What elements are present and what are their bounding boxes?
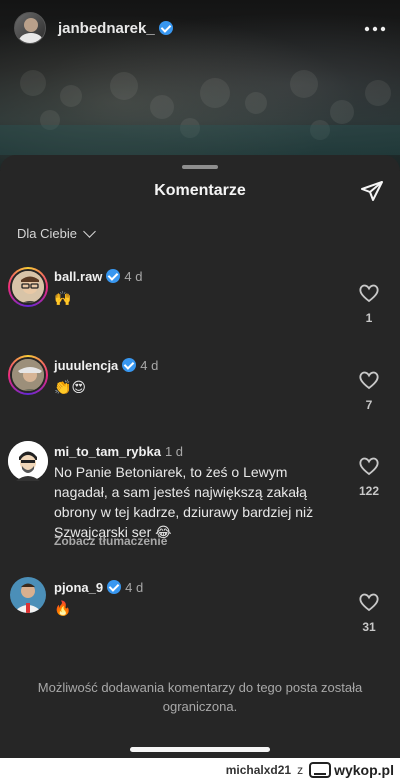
like-count: 122 <box>358 484 380 498</box>
comments-sheet: Komentarze Dla Ciebie ball.raw 4 d 🙌 1 j… <box>0 155 400 781</box>
comment-username-text[interactable]: pjona_9 <box>54 580 103 595</box>
comment-username[interactable]: ball.raw 4 d <box>54 269 143 284</box>
comment-username-text[interactable]: juuulencja <box>54 358 118 373</box>
comment-time: 4 d <box>140 358 159 373</box>
watermark-bar: michalxd21 z wykop.pl <box>0 758 400 781</box>
comment-text: 🔥 <box>54 600 72 616</box>
sheet-grabber[interactable] <box>182 165 218 169</box>
avatar[interactable] <box>8 355 48 395</box>
send-icon[interactable] <box>360 179 384 203</box>
sort-dropdown[interactable]: Dla Ciebie <box>17 224 96 241</box>
comment-username-text[interactable]: mi_to_tam_rybka <box>54 444 161 459</box>
comment-time: 1 d <box>164 444 184 459</box>
watermark-z: z <box>297 762 304 777</box>
sheet-title: Komentarze <box>154 182 246 199</box>
translate-link[interactable]: Zobacz tłumaczenie <box>54 534 167 548</box>
comment-text: 👏😍 <box>54 379 87 395</box>
post-author[interactable]: janbednarek_ <box>58 20 173 37</box>
verified-icon <box>158 20 173 35</box>
post-author-name[interactable]: janbednarek_ <box>58 20 155 37</box>
watermark-site: wykop.pl <box>334 761 394 778</box>
home-indicator[interactable] <box>130 747 270 752</box>
heart-icon[interactable] <box>357 368 381 392</box>
wykop-logo-icon <box>309 761 332 778</box>
comment-username-text[interactable]: ball.raw <box>54 269 102 284</box>
comment-text: No Panie Betoniarek, to żeś o Lewym naga… <box>54 464 314 540</box>
like-count: 1 <box>365 311 373 325</box>
comment-text: 🙌 <box>54 290 72 306</box>
post-header: janbednarek_ <box>0 0 400 56</box>
avatar[interactable] <box>8 441 48 481</box>
heart-icon[interactable] <box>357 454 381 478</box>
stand-strip <box>0 125 400 155</box>
chevron-down-icon <box>83 224 96 238</box>
heart-icon[interactable] <box>357 590 381 614</box>
watermark-logo: wykop.pl <box>309 761 394 778</box>
comments-restricted-notice: Możliwość dodawania komentarzy do tego p… <box>37 680 363 714</box>
avatar[interactable] <box>10 577 46 613</box>
avatar[interactable] <box>8 267 48 307</box>
comment-username[interactable]: mi_to_tam_rybka 1 d <box>54 444 183 459</box>
verified-icon <box>122 358 137 372</box>
more-icon[interactable] <box>364 18 386 38</box>
comment-time: 4 d <box>124 269 143 284</box>
sort-label: Dla Ciebie <box>17 226 77 241</box>
watermark-user: michalxd21 <box>225 762 292 777</box>
like-count: 31 <box>362 620 376 634</box>
comment-time: 4 d <box>125 580 144 595</box>
comment-username[interactable]: pjona_9 4 d <box>54 580 143 595</box>
comment-username[interactable]: juuulencja 4 d <box>54 358 158 373</box>
like-count: 7 <box>365 398 373 412</box>
heart-icon[interactable] <box>357 281 381 305</box>
avatar[interactable] <box>14 12 46 44</box>
verified-icon <box>106 269 121 283</box>
verified-icon <box>107 580 122 594</box>
